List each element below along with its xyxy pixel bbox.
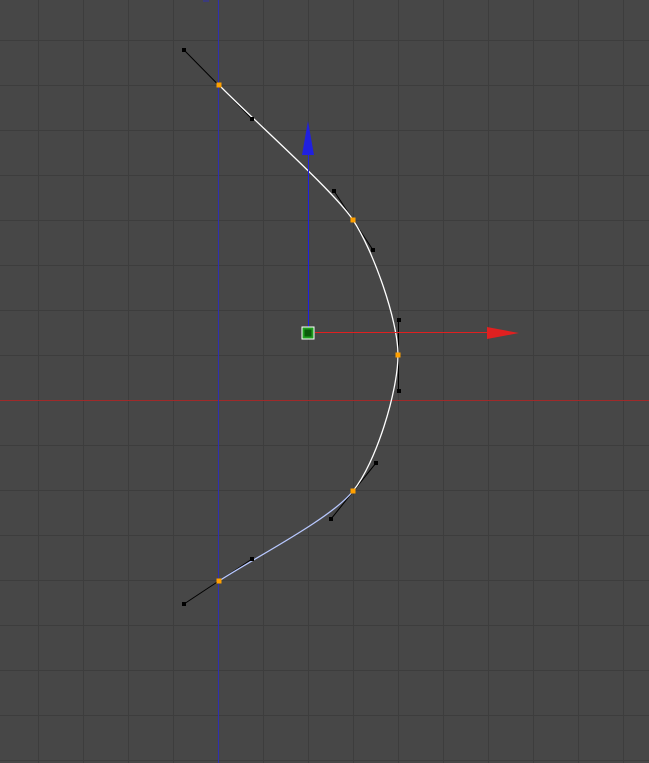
handle-point[interactable] (374, 461, 378, 465)
handle-point[interactable] (329, 517, 333, 521)
control-point[interactable] (395, 352, 401, 358)
handle-point[interactable] (182, 602, 186, 606)
control-point[interactable] (350, 217, 356, 223)
control-point[interactable] (216, 82, 222, 88)
control-point[interactable] (350, 488, 356, 494)
handle-point[interactable] (371, 248, 375, 252)
handle-point[interactable] (332, 189, 336, 193)
3d-viewport[interactable] (0, 0, 649, 763)
handle-point[interactable] (182, 48, 186, 52)
handle-point[interactable] (397, 318, 401, 322)
control-point[interactable] (216, 578, 222, 584)
origin-inner (304, 329, 312, 337)
handle-point[interactable] (250, 557, 254, 561)
viewport-background (0, 0, 649, 763)
handle-point[interactable] (250, 117, 254, 121)
handle-point[interactable] (397, 389, 401, 393)
